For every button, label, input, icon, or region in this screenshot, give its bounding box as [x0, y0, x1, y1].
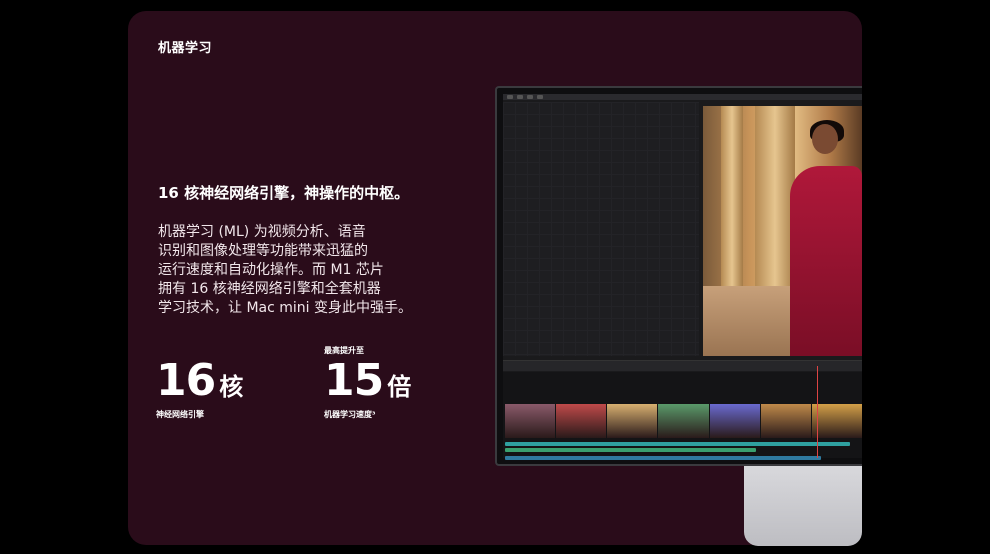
stat-number: 16: [156, 355, 216, 406]
stat-neural-engine: 16 核 神经网络引擎: [156, 345, 243, 420]
stat-label: 神经网络引擎: [156, 410, 204, 419]
timeline-track[interactable]: [505, 448, 757, 452]
toolbar-icon: [527, 95, 533, 99]
stat-number: 15: [324, 355, 384, 406]
timeline-clip[interactable]: [658, 404, 709, 438]
timeline-clip[interactable]: [709, 404, 760, 438]
timeline-track[interactable]: [505, 456, 821, 460]
video-viewer: [703, 106, 862, 356]
timeline-clip[interactable]: [607, 404, 658, 438]
editor-toolbar: [503, 94, 862, 100]
timeline-clip[interactable]: [505, 404, 556, 438]
timeline-clips: [505, 404, 862, 438]
section-eyebrow: 机器学习: [158, 41, 213, 56]
timeline-clip[interactable]: [811, 404, 862, 438]
timeline-clip[interactable]: [556, 404, 607, 438]
body-line: 识别和图像处理等功能带来迅猛的: [158, 243, 368, 259]
media-browser: [503, 102, 699, 356]
timeline-track[interactable]: [505, 442, 850, 446]
section-headline: 16 核神经网络引擎，神操作的中枢。: [158, 184, 410, 202]
timeline: [503, 372, 862, 460]
body-line: 运行速度和自动化操作。而 M1 芯片: [158, 262, 384, 278]
stat-label: 机器学习速度³: [324, 410, 376, 419]
editor-screen: [503, 94, 862, 460]
timeline-clip[interactable]: [760, 404, 811, 438]
dancer-figure: [790, 166, 862, 356]
toolbar-icon: [507, 95, 513, 99]
body-line: 拥有 16 核神经网络引擎和全套机器: [158, 281, 381, 297]
monitor-display: [495, 86, 862, 466]
dancer-head: [812, 124, 838, 154]
body-line: 机器学习 (ML) 为视频分析、语音: [158, 224, 366, 240]
monitor-stand: [744, 466, 862, 546]
stat-ml-speed: 最高提升至 15 倍 机器学习速度³: [324, 345, 411, 420]
stat-unit: 倍: [387, 373, 412, 401]
stat-unit: 核: [219, 373, 244, 401]
toolbar-icon: [517, 95, 523, 99]
body-line: 学习技术，让 Mac mini 变身此中强手。: [158, 300, 412, 316]
section-body: 机器学习 (ML) 为视频分析、语音 识别和图像处理等功能带来迅猛的 运行速度和…: [158, 223, 433, 318]
timeline-header: [503, 360, 862, 371]
playhead[interactable]: [817, 366, 818, 458]
toolbar-icon: [537, 95, 543, 99]
